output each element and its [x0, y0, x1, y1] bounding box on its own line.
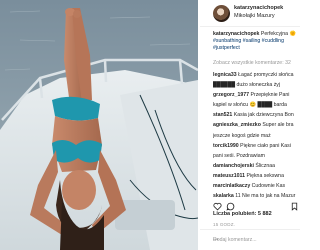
comment-text: Super ale bra [262, 122, 294, 129]
comment-text: Przepięknie Pani [250, 92, 290, 99]
comment-text: jeszcze kogoś gdzie maż [213, 132, 271, 139]
comment-username[interactable]: stan521 [213, 112, 232, 118]
comment-item: stan521 Kasia jak dziewczyna Bon [213, 110, 300, 120]
post-location[interactable]: Mikołajki Mazury [234, 13, 275, 19]
comment-text: Ślicznaa [255, 162, 276, 169]
load-more-comments-link[interactable]: Zobacz wszystkie komentarze: 32 [213, 60, 291, 66]
avatar[interactable] [213, 5, 230, 22]
comment-item: grzegorz_1977 Przepięknie Pani [213, 90, 300, 100]
caption-text: Perfekcyjna [260, 31, 288, 37]
comment-item: mateusz1011 Piękna sekswna [213, 171, 300, 181]
comment-username[interactable]: agnieszka_zmiezko [213, 122, 261, 128]
woman-on-boat-photo [0, 0, 198, 250]
comment-text: Piękne ciało pani Kasi [240, 142, 291, 149]
comment-item: jeszcze kogoś gdzie maż [213, 131, 300, 141]
add-comment-input[interactable]: Dodaj komentarz... [213, 237, 257, 243]
comment-list: legnica33 Łagać promyczki słońca ██████ … [213, 70, 300, 201]
comment-item: marcinlatkaczy Cudownie Kas [213, 181, 300, 191]
comment-username[interactable]: mateusz1011 [213, 173, 245, 179]
comment-item: agnieszka_zmiezko Super ale bra [213, 120, 300, 130]
comment-item: pani seśi. Pozdrawiam [213, 151, 300, 161]
post-header: katarzynacichopek Mikołajki Mazury [200, 0, 300, 27]
caption-emoji: 🌞 [289, 31, 296, 37]
comment-username[interactable]: grzegorz_1977 [213, 92, 249, 98]
comment-text: Cudownie Kas [251, 183, 286, 190]
comment-text: ██████ dużo słoneczka żyj [213, 82, 281, 89]
bookmark-icon[interactable] [290, 198, 299, 216]
comment-text: Piękna sekswna [246, 172, 284, 179]
more-options-icon[interactable]: ••• [213, 237, 218, 243]
likes-count[interactable]: Liczba polubień: 5 882 [213, 211, 272, 217]
comment-item: torcik1990 Piękne ciało pani Kasi [213, 141, 300, 151]
caption-hashtag-justperfect[interactable]: #justperfect [213, 45, 240, 51]
comment-item: damianchojerski Ślicznaa [213, 161, 300, 171]
comment-username[interactable]: torcik1990 [213, 143, 239, 149]
post-username[interactable]: katarzynacichopek [234, 5, 283, 11]
add-comment-bar: Dodaj komentarz... ••• [200, 229, 300, 250]
post-photo[interactable] [0, 0, 198, 250]
comment-text: pani seśi. Pozdrawiam [213, 152, 265, 159]
caption-username[interactable]: katarzynacichopek [213, 31, 259, 37]
comment-username[interactable]: marcinlatkaczy [213, 183, 250, 189]
comment-item: kąpiel w słońcu 😊 ████ barda [213, 100, 300, 110]
comment-username[interactable]: damianchojerski [213, 163, 254, 169]
comment-text: Łagać promyczki słońca [238, 72, 294, 78]
action-bar [213, 198, 299, 211]
comment-username[interactable]: legnica33 [213, 72, 237, 78]
comment-item: legnica33 Łagać promyczki słońca [213, 70, 300, 80]
post-timestamp: 15 GODZ. [213, 222, 236, 227]
comment-text: Kasia jak dziewczyna Bon [233, 112, 294, 119]
post-sidebar: katarzynacichopek Mikołajki Mazury katar… [200, 0, 300, 250]
comment-item: ██████ dużo słoneczka żyj [213, 80, 300, 90]
caption-hashtags[interactable]: #sunbathing #sailing #cuddling [213, 38, 284, 44]
comment-text: kąpiel w słońcu 😊 ████ barda [213, 102, 287, 109]
post-caption: katarzynacichopek Perfekcyjna 🌞 #sunbath… [213, 31, 299, 52]
